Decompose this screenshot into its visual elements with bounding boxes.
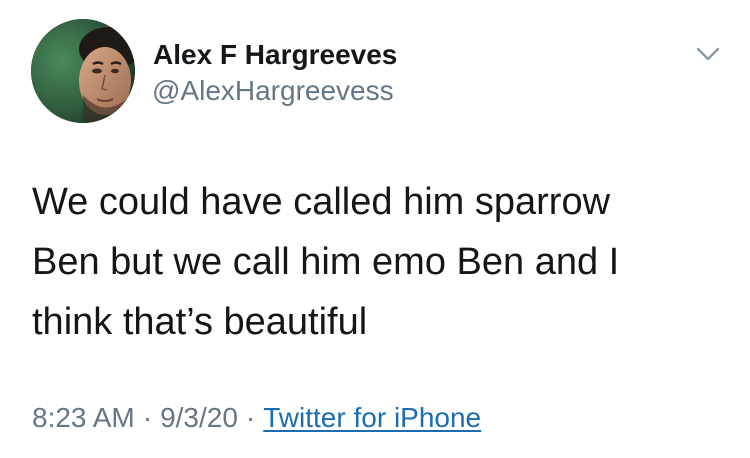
tweet-text-line: We could have called him sparrow — [32, 181, 611, 223]
tweet-menu-button[interactable] — [690, 38, 726, 70]
avatar[interactable] — [31, 19, 135, 123]
meta-separator: · — [142, 402, 153, 433]
tweet-text-line: think that’s beautiful — [32, 301, 368, 343]
tweet-text-line: Ben but we call him emo Ben and I — [32, 241, 620, 283]
tweet-text: We could have called him sparrow Ben but… — [32, 172, 722, 352]
tweet-source-link[interactable]: Twitter for iPhone — [263, 402, 481, 433]
meta-separator: · — [245, 402, 256, 433]
tweet-date[interactable]: 9/3/20 — [160, 402, 238, 433]
tweet-card: Alex F Hargreeves @AlexHargreevess We co… — [0, 0, 750, 458]
tweet-time[interactable]: 8:23 AM — [32, 402, 135, 433]
profile-photo-icon — [31, 19, 135, 123]
author-display-name[interactable]: Alex F Hargreeves — [153, 38, 397, 72]
author-handle[interactable]: @AlexHargreevess — [152, 74, 394, 108]
chevron-down-icon — [696, 47, 720, 61]
tweet-meta: 8:23 AM · 9/3/20 · Twitter for iPhone — [32, 400, 481, 436]
